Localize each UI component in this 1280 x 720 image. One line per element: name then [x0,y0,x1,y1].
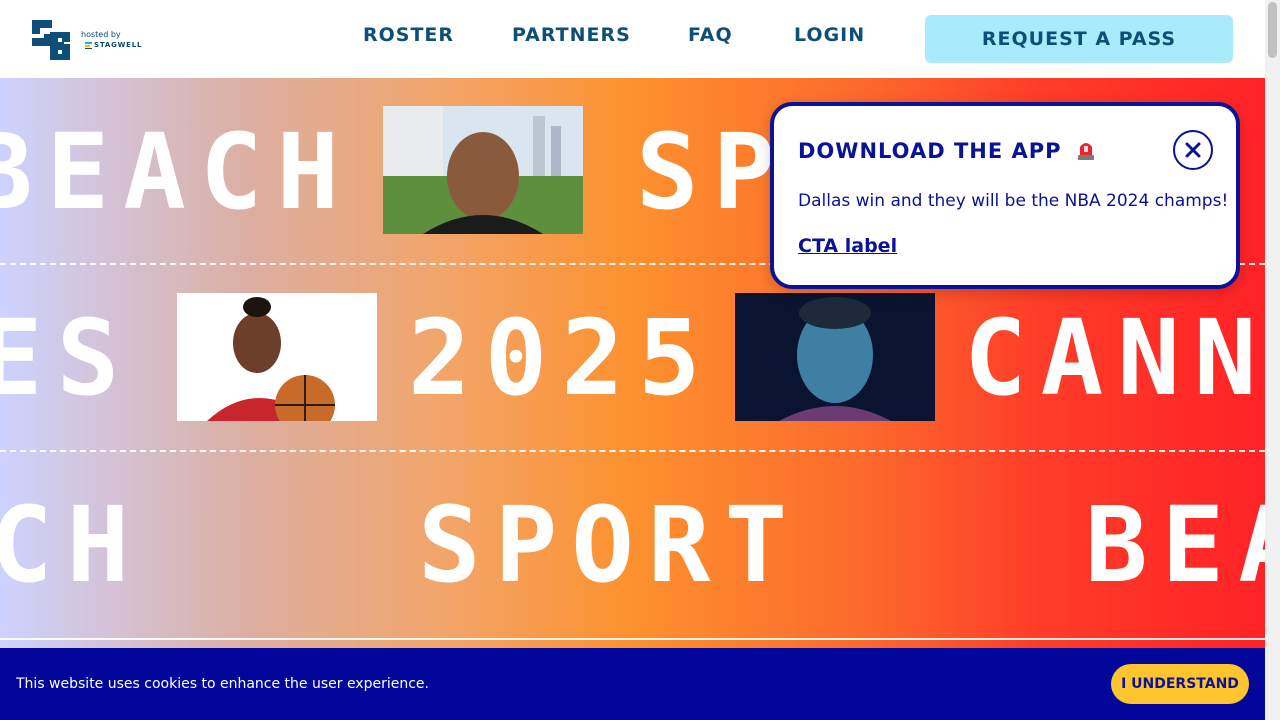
site-logo[interactable]: hosted by STAGWELL [28,16,148,64]
scrollbar-thumb[interactable] [1268,2,1277,58]
nav-roster[interactable]: ROSTER [363,24,454,46]
cookie-message: This website uses cookies to enhance the… [16,676,429,692]
request-pass-button[interactable]: REQUEST A PASS [925,15,1233,63]
hosted-by-label: hosted by [81,30,121,39]
download-app-popup: DOWNLOAD THE APP Dallas win and they wil… [770,102,1240,289]
popup-cta-link[interactable]: CTA label [798,235,897,257]
hero-word-sport-top: SP [636,111,790,233]
stagwell-mark-icon [85,42,92,49]
cookie-accept-button[interactable]: I UNDERSTAND [1111,664,1249,704]
hero-word-bea: BEA [1085,484,1265,606]
popup-message: Dallas win and they will be the NBA 2024… [798,191,1229,211]
cookie-banner: This website uses cookies to enhance the… [0,648,1265,720]
page-scrollbar[interactable] [1265,0,1280,720]
nav-faq[interactable]: FAQ [688,24,733,46]
hero-word-sport: SPORT [418,484,802,606]
nav-login[interactable]: LOGIN [794,24,865,46]
speaker-photo-2 [735,293,935,421]
athlete-photo [177,293,377,421]
popup-close-button[interactable] [1173,130,1213,170]
hero-divider-3 [0,638,1265,640]
hero-word-beach: BEACH [0,111,354,233]
popup-title: DOWNLOAD THE APP [798,138,1096,163]
nav-partners[interactable]: PARTNERS [512,24,631,46]
site-header: hosted by STAGWELL ROSTER PARTNERS FAQ L… [0,0,1265,78]
hero-word-es: ES [0,297,134,419]
hero-word-ch: CH [0,484,144,606]
hero-word-2025: 2025 [408,297,715,419]
hero-divider-2 [0,450,1265,452]
siren-icon [1077,143,1094,160]
hero-word-cannes: CANN [964,297,1265,419]
sb-logo-icon [32,20,70,60]
close-icon [1185,142,1201,158]
speaker-photo-1 [383,106,583,234]
stagwell-label: STAGWELL [94,41,143,49]
popup-title-text: DOWNLOAD THE APP [798,139,1062,163]
